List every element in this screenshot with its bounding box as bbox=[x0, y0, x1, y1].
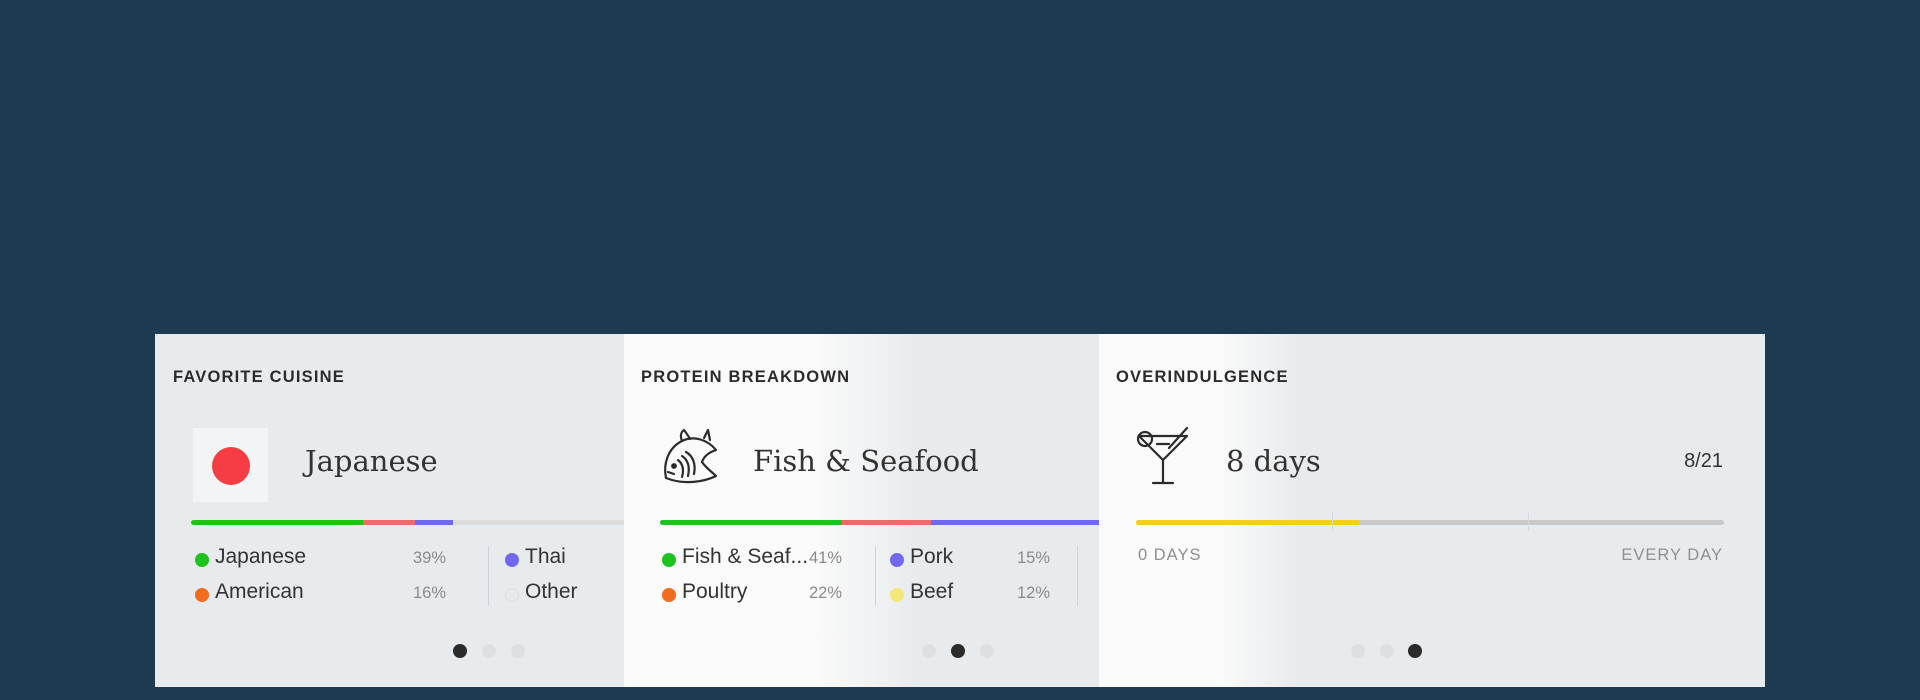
legend-label: Thai bbox=[525, 545, 566, 568]
pager-dot-1[interactable] bbox=[1351, 644, 1365, 658]
headline: 8 days bbox=[1226, 444, 1321, 478]
legend-dot-japanese bbox=[195, 553, 209, 567]
legend-dot-other bbox=[505, 588, 519, 602]
overindulgence-card[interactable]: OVERINDULGENCE 8 days 8/21 0 DAYS EVERY … bbox=[1099, 334, 1765, 687]
legend-label: Poultry bbox=[682, 580, 748, 603]
japan-flag-icon bbox=[193, 428, 268, 502]
legend-pct: 12% bbox=[1017, 584, 1051, 602]
legend-dot-american bbox=[195, 588, 209, 602]
legend-dot-pork bbox=[890, 553, 904, 567]
pager-dot-3[interactable] bbox=[980, 644, 994, 658]
pager-dot-2[interactable] bbox=[951, 644, 965, 658]
tick-mark bbox=[1528, 513, 1529, 531]
bar-segment bbox=[415, 520, 453, 525]
ratio-label: 8/21 bbox=[1684, 450, 1723, 472]
legend-divider bbox=[488, 546, 489, 606]
bar-segment bbox=[842, 520, 931, 525]
stats-carousel: FAVORITE CUISINE Japanese Japanese 39% A… bbox=[155, 334, 1765, 687]
protein-bar bbox=[660, 520, 1099, 525]
pager-dot-1[interactable] bbox=[922, 644, 936, 658]
legend-pct: 16% bbox=[413, 584, 447, 602]
legend-dot-thai bbox=[505, 553, 519, 567]
bar-segment bbox=[660, 520, 843, 525]
favorite-cuisine-card[interactable]: FAVORITE CUISINE Japanese Japanese 39% A… bbox=[155, 334, 624, 687]
overindulgence-progress bbox=[1136, 520, 1724, 525]
legend-label: Other bbox=[525, 580, 578, 603]
protein-breakdown-card[interactable]: PROTEIN BREAKDOWN Fish & Seafood Fish & … bbox=[624, 334, 1099, 687]
legend-label: Japanese bbox=[215, 545, 307, 568]
legend-dot-fish bbox=[662, 553, 676, 567]
legend-pct: 41% bbox=[809, 549, 843, 567]
cocktail-icon bbox=[1135, 426, 1191, 486]
legend-label: Beef bbox=[910, 580, 954, 603]
max-label: EVERY DAY bbox=[1621, 546, 1723, 564]
pager-dot-2[interactable] bbox=[1380, 644, 1394, 658]
card-title: FAVORITE CUISINE bbox=[173, 368, 345, 386]
bar-segment bbox=[452, 520, 624, 525]
progress-fill bbox=[1136, 520, 1360, 525]
bar-segment bbox=[362, 520, 416, 525]
legend-label: American bbox=[215, 580, 304, 603]
legend-pct: 39% bbox=[413, 549, 447, 567]
pager-dot-3[interactable] bbox=[1408, 644, 1422, 658]
cuisine-bar bbox=[191, 520, 624, 525]
headline: Japanese bbox=[305, 444, 438, 478]
pager-dot-2[interactable] bbox=[482, 644, 496, 658]
legend-label: Fish & Seaf... bbox=[682, 545, 809, 568]
bar-segment bbox=[191, 520, 363, 525]
card-title: OVERINDULGENCE bbox=[1116, 368, 1289, 386]
legend-dot-beef bbox=[890, 588, 904, 602]
min-label: 0 DAYS bbox=[1138, 546, 1202, 564]
legend-divider bbox=[1077, 546, 1078, 606]
fish-icon bbox=[660, 426, 720, 486]
legend-label: Pork bbox=[910, 545, 954, 568]
legend-pct: 22% bbox=[809, 584, 843, 602]
headline: Fish & Seafood bbox=[753, 444, 979, 478]
legend-pct: 15% bbox=[1017, 549, 1051, 567]
pager-dot-1[interactable] bbox=[453, 644, 467, 658]
bar-segment bbox=[930, 520, 1099, 525]
legend-dot-poultry bbox=[662, 588, 676, 602]
card-title: PROTEIN BREAKDOWN bbox=[641, 368, 851, 386]
pager-dot-3[interactable] bbox=[511, 644, 525, 658]
legend-divider bbox=[875, 546, 876, 606]
tick-mark bbox=[1332, 513, 1333, 531]
